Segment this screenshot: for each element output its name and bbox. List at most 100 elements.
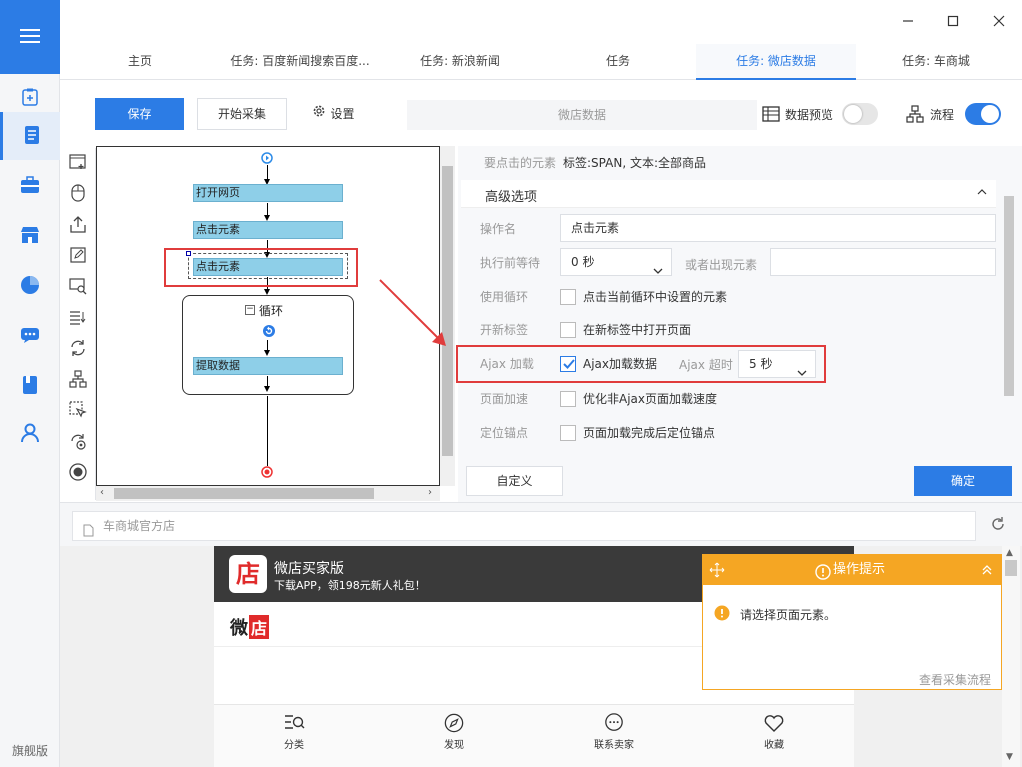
tool-click[interactable] [67, 183, 89, 205]
or-appear-label: 或者出现元素 [685, 258, 758, 272]
warning-icon [714, 605, 730, 624]
settings-button[interactable]: 设置 [300, 98, 367, 130]
sidebar-item-toolbox[interactable] [0, 162, 60, 210]
scrollbar-thumb[interactable] [114, 488, 374, 499]
loop-icon [262, 324, 276, 341]
loop-container[interactable]: − 循环 提取数据 [182, 295, 354, 395]
speed-checkbox[interactable] [560, 391, 576, 407]
mouse-icon [71, 183, 85, 205]
document-icon [24, 125, 40, 148]
chevron-up-icon [977, 186, 987, 200]
compass-icon [443, 713, 465, 736]
collapse-up-icon[interactable] [981, 555, 993, 585]
task-title: 微店数据 [407, 100, 757, 130]
flow-toggle[interactable] [965, 103, 1001, 125]
props-scrollbar[interactable] [1004, 196, 1014, 396]
wait-select[interactable]: 0 秒 [560, 248, 672, 276]
footer-favorite[interactable]: 收藏 [734, 713, 814, 751]
footer-category[interactable]: 分类 [254, 713, 334, 751]
heart-icon [763, 715, 785, 736]
tool-input-text[interactable] [67, 245, 89, 267]
footer-contact-seller[interactable]: 联系卖家 [574, 713, 654, 751]
op-name-input[interactable]: 点击元素 [560, 214, 996, 242]
advanced-options-header[interactable]: 高级选项 [461, 180, 996, 208]
alert-icon [815, 562, 831, 592]
user-icon [20, 423, 40, 446]
tool-switch-proxy[interactable] [67, 431, 89, 453]
anchor-check-label: 页面加载完成后定位锚点 [583, 426, 716, 440]
move-icon[interactable] [709, 555, 725, 585]
chevron-down-icon [653, 258, 663, 284]
flow-arrow [264, 376, 270, 392]
tab-home[interactable]: 主页 [60, 44, 220, 80]
flow-line [267, 396, 268, 466]
tab-car-mall[interactable]: 任务: 车商城 [856, 44, 1016, 80]
appear-element-input[interactable] [770, 248, 996, 276]
use-loop-checkbox[interactable] [560, 289, 576, 305]
tab-sina-news[interactable]: 任务: 新浪新闻 [380, 44, 540, 80]
brand-text-b: 店 [249, 615, 270, 639]
reload-button[interactable] [990, 516, 1006, 535]
tab-weidian-data[interactable]: 任务: 微店数据 [696, 44, 856, 80]
brand-text-a: 微 [230, 618, 248, 639]
tool-open-page[interactable] [67, 152, 89, 174]
view-flow-link[interactable]: 查看采集流程 [919, 671, 991, 688]
sidebar-item-tutorial[interactable] [0, 362, 60, 410]
maximize-button[interactable] [941, 10, 965, 34]
scroll-right-icon[interactable]: › [428, 487, 432, 498]
anchor-label: 定位锚点 [480, 426, 529, 440]
custom-button[interactable]: 自定义 [466, 466, 563, 496]
browser-scrollbar[interactable]: ▲ ▼ [1002, 546, 1020, 767]
footer-contact-seller-label: 联系卖家 [594, 740, 634, 751]
tool-hover[interactable] [67, 400, 89, 422]
sidebar-item-store[interactable] [0, 212, 60, 260]
scroll-up-icon[interactable]: ▲ [1006, 548, 1013, 558]
start-collect-button[interactable]: 开始采集 [197, 98, 287, 130]
close-window-button[interactable] [987, 10, 1011, 34]
node-extract-data[interactable]: 提取数据 [193, 357, 343, 375]
node-open-page[interactable]: 打开网页 [193, 184, 343, 202]
tool-stop[interactable] [67, 462, 89, 484]
data-preview-toggle[interactable] [842, 103, 878, 125]
footer-discover[interactable]: 发现 [414, 713, 494, 751]
tool-extract[interactable] [67, 214, 89, 236]
data-preview-label: 数据预览 [785, 108, 834, 122]
canvas-horizontal-scrollbar[interactable]: ‹ › [96, 486, 440, 501]
anchor-checkbox[interactable] [560, 425, 576, 441]
new-tab-checkbox[interactable] [560, 322, 576, 338]
flow-arrow [264, 203, 270, 221]
tab-task[interactable]: 任务 [540, 44, 696, 80]
tool-loop[interactable] [67, 338, 89, 360]
sidebar-item-messages[interactable] [0, 312, 60, 360]
toggle-knob [981, 105, 999, 123]
wait-label: 执行前等待 [480, 256, 541, 270]
collapse-icon[interactable]: − [245, 305, 255, 315]
scrollbar-thumb[interactable] [1005, 560, 1017, 576]
scroll-left-icon[interactable]: ‹ [100, 487, 104, 498]
save-button[interactable]: 保存 [95, 98, 184, 130]
sidebar-item-account[interactable] [0, 410, 60, 458]
speed-label: 页面加速 [480, 392, 529, 406]
toggle-knob [844, 105, 862, 123]
confirm-button[interactable]: 确定 [914, 466, 1012, 496]
scroll-down-icon[interactable]: ▼ [1006, 752, 1013, 762]
tab-baidu-news[interactable]: 任务: 百度新闻搜索百度... [220, 44, 380, 80]
new-tab-check-label: 在新标签中打开页面 [583, 323, 692, 337]
menu-button[interactable] [0, 0, 60, 74]
sidebar-item-data[interactable] [0, 262, 60, 310]
app-promo: 下载APP，领198元新人礼包！ [274, 579, 426, 592]
node-click-element-1[interactable]: 点击元素 [193, 221, 343, 239]
annotation-highlight-ajax [456, 345, 826, 383]
tool-captcha[interactable] [67, 276, 89, 298]
sidebar-item-tasks[interactable] [0, 112, 60, 160]
tool-branch[interactable] [67, 369, 89, 391]
annotation-arrow [379, 279, 446, 346]
address-field[interactable]: 车商城官方店 [72, 511, 976, 541]
category-search-icon [283, 715, 305, 736]
tip-header[interactable]: 操作提示 [703, 555, 1001, 585]
tool-select-option[interactable] [67, 307, 89, 329]
upload-icon [70, 215, 86, 236]
new-tab-label: 开新标签 [480, 323, 529, 337]
minimize-button[interactable] [896, 10, 920, 34]
edition-label: 旗舰版 [11, 744, 48, 758]
